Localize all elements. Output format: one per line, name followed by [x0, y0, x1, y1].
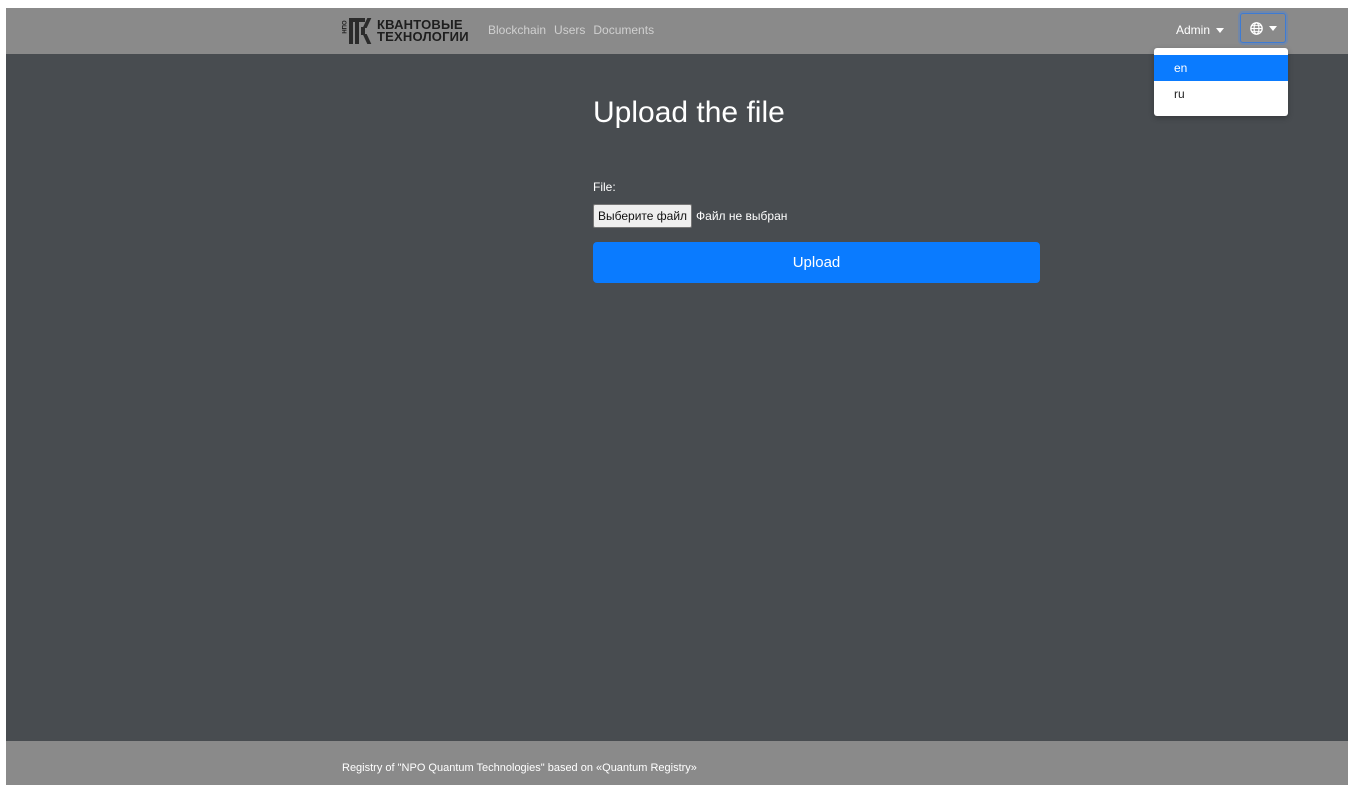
- footer: Registry of "NPO Quantum Technologies" b…: [6, 741, 1348, 785]
- brand-mark-icon: НПО: [341, 18, 373, 44]
- brand-text: КВАНТОВЫЕ ТЕХНОЛОГИИ: [377, 18, 469, 44]
- globe-icon: [1249, 21, 1263, 35]
- language-dropdown-toggle[interactable]: [1240, 13, 1286, 43]
- footer-text: Registry of "NPO Quantum Technologies" b…: [342, 762, 697, 774]
- caret-down-icon: [1216, 27, 1225, 33]
- nav-link-users[interactable]: Users: [554, 23, 585, 37]
- nav-link-blockchain[interactable]: Blockchain: [488, 23, 546, 37]
- language-option-ru[interactable]: ru: [1154, 81, 1288, 107]
- caret-down-icon: [1268, 25, 1277, 31]
- nav-link-documents[interactable]: Documents: [593, 23, 654, 37]
- brand-line-2: ТЕХНОЛОГИИ: [377, 29, 469, 44]
- page-title: Upload the file: [593, 96, 785, 129]
- upload-button[interactable]: Upload: [593, 242, 1040, 283]
- nav-links: Blockchain Users Documents: [488, 23, 654, 37]
- file-input: Выберите файл Файл не выбран: [593, 204, 787, 228]
- choose-file-button[interactable]: Выберите файл: [593, 204, 693, 228]
- file-status-text: Файл не выбран: [696, 209, 788, 223]
- app-frame: НПО КВАНТОВЫЕ ТЕХНОЛОГИИ Blockchain User…: [6, 8, 1348, 785]
- brand-logo[interactable]: НПО КВАНТОВЫЕ ТЕХНОЛОГИИ: [341, 16, 469, 46]
- brand-vertical-text: НПО: [342, 20, 349, 34]
- file-label: File:: [593, 180, 616, 194]
- admin-label: Admin: [1176, 23, 1211, 37]
- admin-dropdown-toggle[interactable]: Admin: [1176, 23, 1225, 37]
- navbar: НПО КВАНТОВЫЕ ТЕХНОЛОГИИ Blockchain User…: [6, 8, 1348, 54]
- language-menu: en ru: [1154, 48, 1288, 116]
- language-option-en[interactable]: en: [1154, 55, 1288, 81]
